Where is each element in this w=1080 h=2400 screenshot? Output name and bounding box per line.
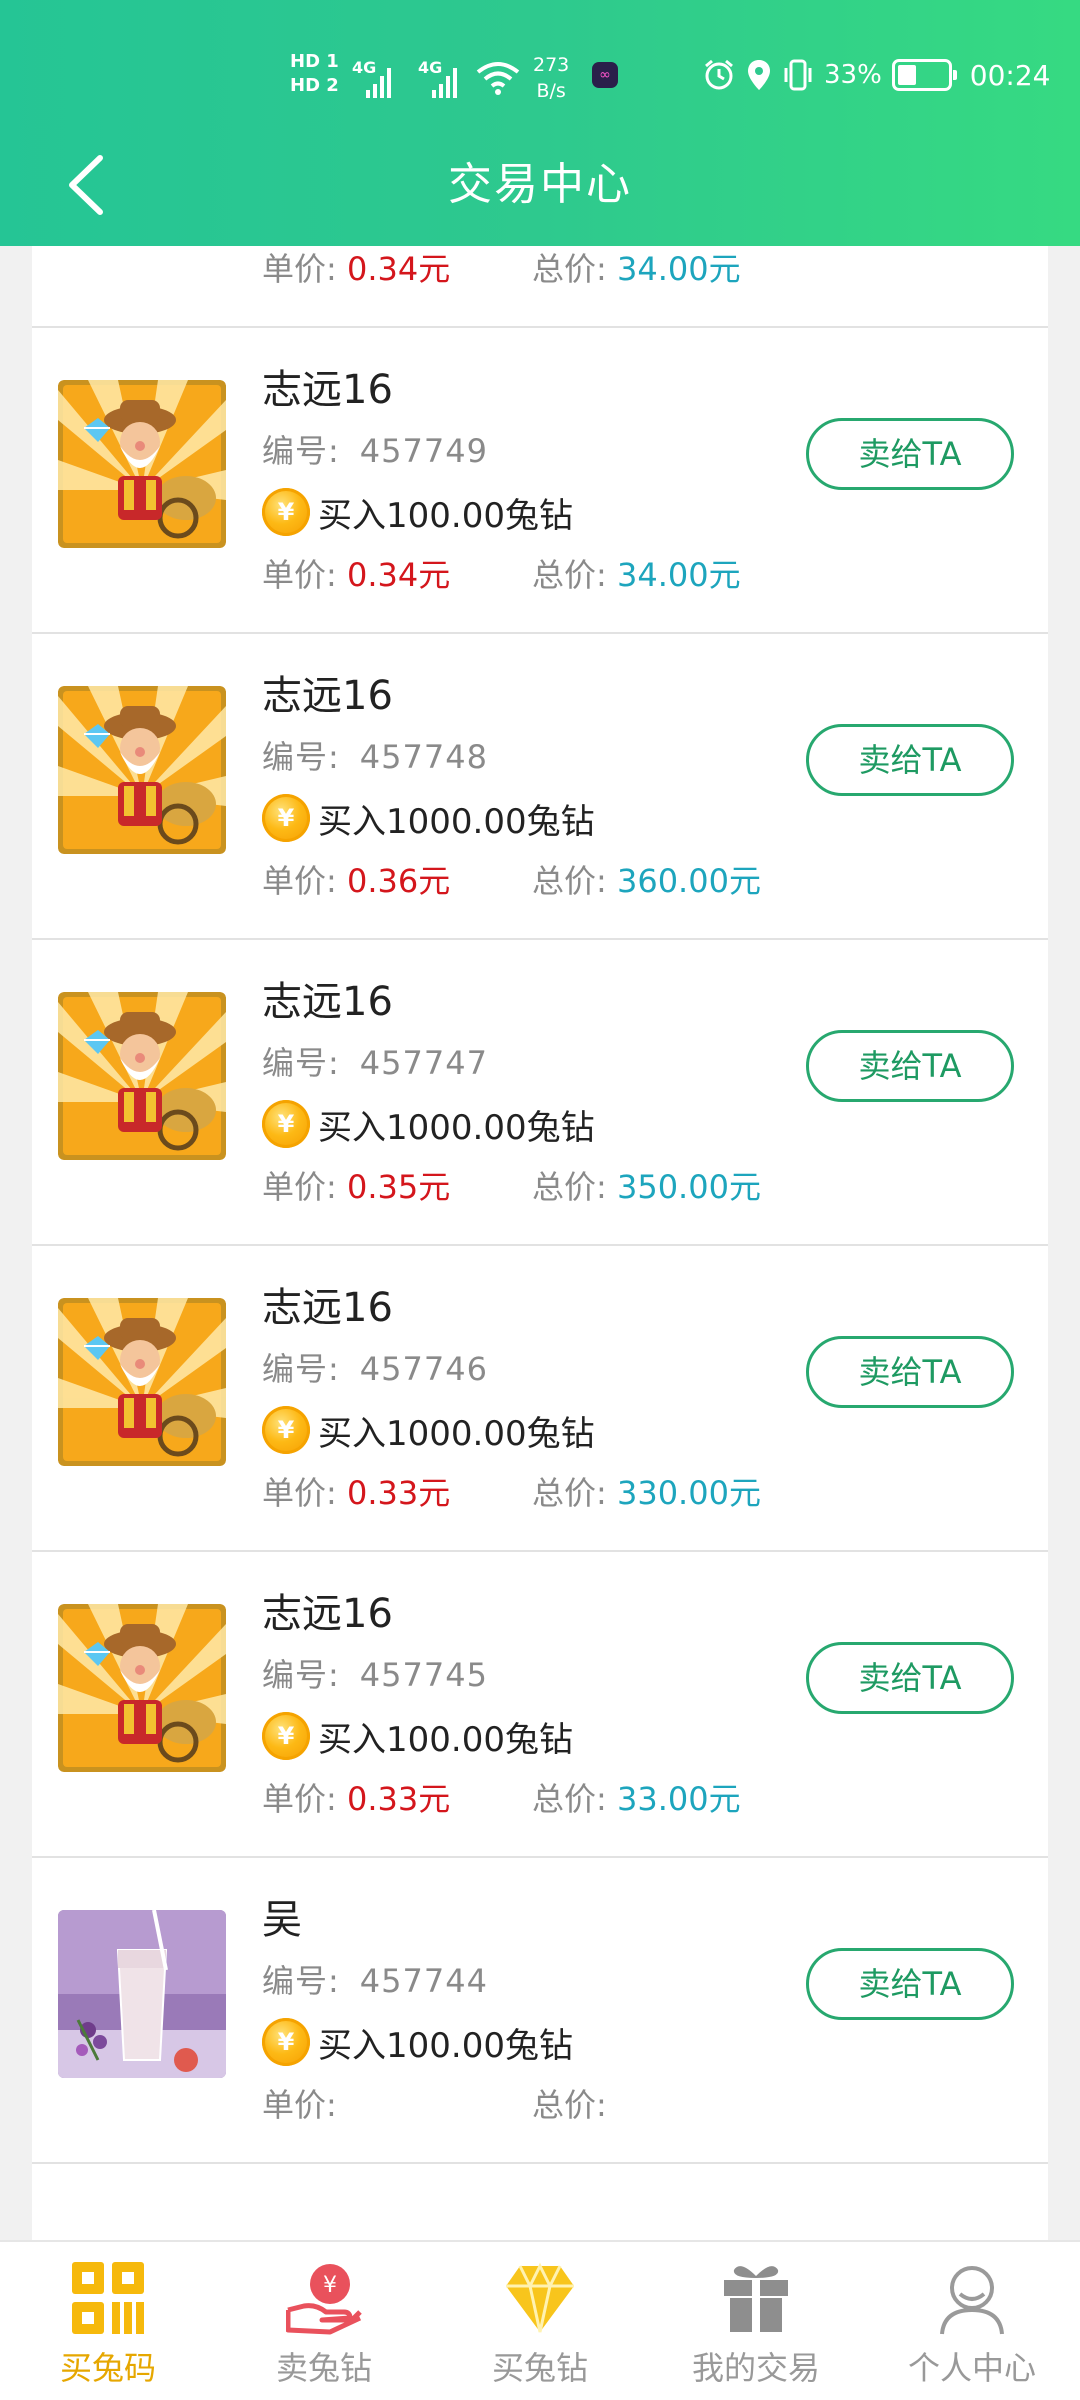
coin-icon: ¥ — [262, 488, 310, 536]
seller-name: 志远16 — [262, 1591, 393, 1637]
coin-icon: ¥ — [262, 2018, 310, 2066]
buy-amount: ¥ 买入100.00兔钻 — [262, 2018, 573, 2066]
avatar-gold-miner-icon — [58, 1604, 226, 1772]
qr-code-icon — [72, 2262, 144, 2334]
diamond-icon — [506, 2262, 574, 2333]
unit-price: 0.36元 — [346, 862, 451, 900]
list-item[interactable]: 志远16 编号: 457749 ¥ 买入100.00兔钻 单价: 0.34元 总价: 34.… — [32, 328, 1048, 634]
unit-price: 0.34元 — [346, 250, 451, 288]
tab-buy-code[interactable]: 买兔码 — [0, 2242, 216, 2400]
status-bar: HD 1 HD 2 4G 4G 273 B/s ∞ 33% 00:24 — [0, 50, 1080, 110]
order-code: 编号: 457748 — [262, 738, 488, 776]
seller-name: 志远16 — [262, 979, 393, 1025]
seller-name: 志远16 — [262, 1285, 393, 1331]
sell-to-ta-button[interactable]: 卖给TA — [806, 1336, 1014, 1408]
network-speed: 273 B/s — [533, 54, 570, 102]
buy-amount: ¥ 买入1000.00兔钻 — [262, 794, 595, 842]
alarm-icon — [705, 59, 733, 90]
total-price: 33.00元 — [616, 1780, 741, 1818]
clock: 00:24 — [969, 58, 1051, 92]
buy-amount: ¥ 买入100.00兔钻 — [262, 1712, 573, 1760]
tab-sell-diamond[interactable]: ¥ 卖兔钻 — [216, 2242, 432, 2400]
seller-name: 吴 — [262, 1897, 302, 1943]
list-item[interactable]: 吴编号: 457744 ¥ 买入100.00兔钻 单价: 总价: 卖给TA — [32, 1858, 1048, 2164]
sell-to-ta-button[interactable]: 卖给TA — [806, 724, 1014, 796]
user-icon — [940, 2266, 1004, 2335]
location-icon — [748, 60, 770, 90]
seller-name: 志远16 — [262, 367, 393, 413]
trade-list[interactable]: 编号:457750¥买入100.00兔钻单价: 0.34元总价: 34.00元卖… — [32, 246, 1048, 2240]
avatar-gold-miner-icon — [58, 992, 226, 1160]
signal-icon: 4G — [352, 58, 398, 98]
coin-icon: ¥ — [262, 1100, 310, 1148]
order-code: 编号: 457744 — [262, 1962, 488, 2000]
buy-amount: ¥ 买入1000.00兔钻 — [262, 1406, 595, 1454]
list-item[interactable]: 编号:457750¥买入100.00兔钻单价: 0.34元总价: 34.00元卖… — [32, 246, 1048, 328]
list-item[interactable]: 志远16 编号: 457748 ¥ 买入1000.00兔钻 单价: 0.36元 总价: 36… — [32, 634, 1048, 940]
app-notification-icon: ∞ — [592, 62, 618, 88]
order-code: 编号: 457749 — [262, 432, 488, 470]
sell-to-ta-button[interactable]: 卖给TA — [806, 1948, 1014, 2020]
battery-icon — [891, 59, 957, 91]
sell-to-ta-button[interactable]: 卖给TA — [806, 1030, 1014, 1102]
wifi-icon — [476, 62, 520, 95]
list-item[interactable]: 志远16 编号: 457747 ¥ 买入1000.00兔钻 单价: 0.35元 总价: 35… — [32, 940, 1048, 1246]
tab-profile[interactable]: 个人中心 — [864, 2242, 1080, 2400]
order-code: 编号: 457745 — [262, 1656, 488, 1694]
total-price: 34.00元 — [616, 556, 741, 594]
seller-name: 志远16 — [262, 673, 393, 719]
gift-icon — [724, 2266, 788, 2332]
sell-to-ta-button[interactable]: 卖给TA — [806, 1642, 1014, 1714]
avatar-gold-miner-icon — [58, 380, 226, 548]
avatar-gold-miner-icon — [58, 686, 226, 854]
hand-coin-icon: ¥ — [286, 2264, 362, 2335]
total-price: 360.00元 — [616, 862, 761, 900]
total-price: 330.00元 — [616, 1474, 761, 1512]
coin-icon: ¥ — [262, 794, 310, 842]
unit-price: 0.33元 — [346, 1780, 451, 1818]
battery-percent: 33% — [824, 60, 882, 90]
list-item[interactable]: 志远16 编号: 457746 ¥ 买入1000.00兔钻 单价: 0.33元 总价: 33… — [32, 1246, 1048, 1552]
coin-icon: ¥ — [262, 1712, 310, 1760]
bottom-tab-bar: 买兔码 ¥ 卖兔钻 买兔钻 我的交易 个人中心 — [0, 2240, 1080, 2400]
sell-to-ta-button[interactable]: 卖给TA — [806, 418, 1014, 490]
buy-amount: ¥ 买入100.00兔钻 — [262, 488, 573, 536]
order-code: 编号: 457746 — [262, 1350, 488, 1388]
unit-price: 0.34元 — [346, 556, 451, 594]
vibrate-icon — [784, 59, 812, 91]
tab-buy-diamond[interactable]: 买兔钻 — [432, 2242, 648, 2400]
avatar-photo — [58, 1910, 226, 2078]
unit-price: 0.35元 — [346, 1168, 451, 1206]
avatar-gold-miner-icon — [58, 1298, 226, 1466]
buy-amount: ¥ 买入1000.00兔钻 — [262, 1100, 595, 1148]
order-code: 编号: 457747 — [262, 1044, 488, 1082]
app-header: HD 1 HD 2 4G 4G 273 B/s ∞ 33% 00:24 交易中心 — [0, 0, 1080, 246]
svg-text:¥: ¥ — [323, 2273, 337, 2298]
hd-indicator: HD 1 HD 2 — [290, 51, 339, 96]
total-price: 34.00元 — [616, 250, 741, 288]
unit-price: 0.33元 — [346, 1474, 451, 1512]
tab-my-trades[interactable]: 我的交易 — [648, 2242, 864, 2400]
signal-icon: 4G — [418, 58, 464, 98]
page-title: 交易中心 — [448, 159, 632, 210]
list-item[interactable]: 志远16 编号: 457745 ¥ 买入100.00兔钻 单价: 0.33元 总价: 33.… — [32, 1552, 1048, 1858]
total-price: 350.00元 — [616, 1168, 761, 1206]
coin-icon: ¥ — [262, 1406, 310, 1454]
